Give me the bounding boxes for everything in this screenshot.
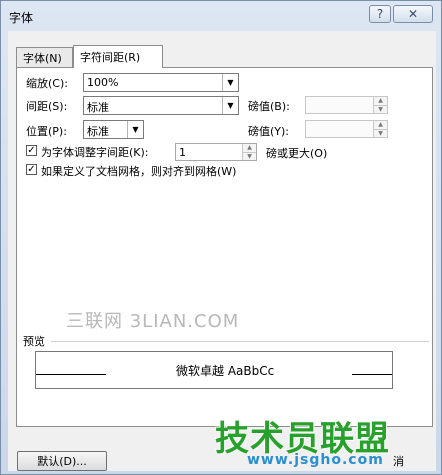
position-label: 位置(P):: [26, 125, 67, 138]
preview-baseline-right: [352, 374, 392, 375]
checkmark-icon: ✓: [27, 163, 36, 175]
spin-arrows-icon[interactable]: ▲ ▼: [373, 97, 387, 113]
snap-grid-label: 如果定义了文档网格，则对齐到网格(W): [41, 165, 237, 178]
snap-grid-checkbox[interactable]: ✓: [26, 164, 37, 175]
close-button[interactable]: ✕: [393, 5, 433, 23]
spacing-label: 间距(S):: [26, 100, 68, 113]
spin-down-icon[interactable]: ▼: [373, 105, 387, 113]
help-button[interactable]: ?: [369, 5, 391, 23]
spacing-value: 标准: [87, 101, 109, 114]
chevron-down-icon[interactable]: ▼: [222, 97, 238, 114]
position-value: 标准: [87, 125, 109, 138]
kerning-spinner[interactable]: 1 ▲ ▼: [175, 143, 257, 161]
checkmark-icon: ✓: [27, 144, 36, 156]
position-by-label: 磅值(Y):: [248, 125, 290, 138]
preview-sample-text: 微软卓越 AaBbCc: [176, 364, 275, 378]
spin-down-icon[interactable]: ▼: [373, 129, 387, 137]
spin-up-icon[interactable]: ▲: [373, 121, 387, 130]
scale-label: 缩放(C):: [26, 77, 68, 90]
scale-value: 100%: [87, 76, 119, 89]
tab-font[interactable]: 字体(N): [16, 47, 73, 67]
spin-down-icon[interactable]: ▼: [242, 152, 256, 160]
title-bar: 字体 ? ✕: [1, 1, 441, 29]
watermark-text: 三联网 3LIAN.COM: [66, 311, 240, 332]
preview-label: 预览: [23, 335, 45, 348]
default-button-label: 默认(D)...: [37, 455, 87, 468]
tab-character-spacing-label: 字符间距(R): [80, 51, 141, 64]
preview-divider: [51, 341, 429, 342]
tab-font-label: 字体(N): [23, 51, 62, 65]
position-select[interactable]: 标准 ▼: [83, 120, 144, 139]
chevron-down-icon[interactable]: ▼: [127, 121, 143, 138]
default-button[interactable]: 默认(D)...: [17, 451, 107, 471]
spin-up-icon[interactable]: ▲: [242, 144, 256, 153]
cancel-button[interactable]: 消: [393, 453, 417, 473]
spacing-by-label: 磅值(B):: [248, 100, 290, 113]
spin-up-icon[interactable]: ▲: [373, 97, 387, 106]
brand-url-text: www.jsgho.com: [247, 452, 384, 468]
kerning-checkbox[interactable]: ✓: [26, 145, 37, 156]
window-title: 字体: [9, 11, 34, 25]
close-icon: ✕: [407, 7, 419, 21]
spin-arrows-icon[interactable]: ▲ ▼: [242, 144, 256, 160]
preview-baseline-left: [36, 374, 106, 375]
tab-character-spacing[interactable]: 字符间距(R): [73, 45, 163, 68]
kerning-suffix: 磅或更大(O): [266, 147, 328, 160]
chevron-down-icon[interactable]: ▼: [222, 74, 238, 91]
help-icon: ?: [376, 7, 384, 21]
font-dialog: 字体 ? ✕ 字体(N) 字符间距(R) 缩放(C): 100% ▼ 间距(S)…: [0, 0, 442, 475]
preview-box: 微软卓越 AaBbCc: [35, 351, 393, 389]
spacing-by-spinner[interactable]: ▲ ▼: [305, 96, 388, 114]
dialog-client: 字体(N) 字符间距(R) 缩放(C): 100% ▼ 间距(S): 标准 ▼ …: [8, 31, 436, 471]
kerning-label: 为字体调整字间距(K):: [41, 146, 149, 159]
scale-select[interactable]: 100% ▼: [83, 73, 239, 92]
spacing-select[interactable]: 标准 ▼: [83, 96, 239, 115]
kerning-value: 1: [179, 146, 186, 159]
position-by-spinner[interactable]: ▲ ▼: [305, 120, 388, 138]
spin-arrows-icon[interactable]: ▲ ▼: [373, 121, 387, 137]
